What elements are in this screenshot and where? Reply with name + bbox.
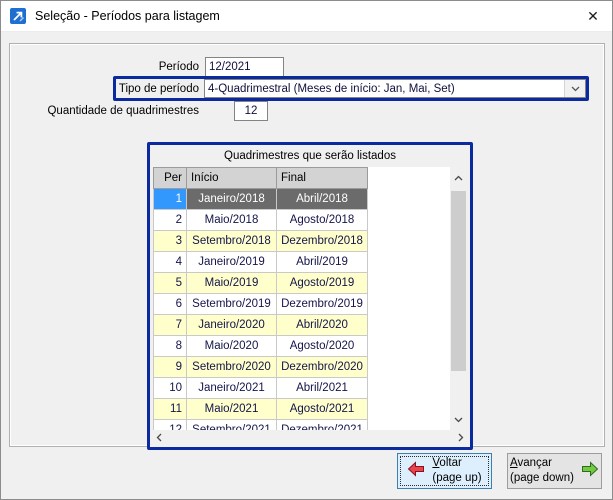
cell-final[interactable]: Abril/2020: [277, 315, 368, 336]
col-header-per[interactable]: Per: [153, 167, 187, 189]
tipo-periodo-row-highlight: Tipo de período 4-Quadrimestral (Meses d…: [113, 76, 589, 101]
window-title: Seleção - Períodos para listagem: [35, 9, 220, 23]
cell-final[interactable]: Dezembro/2020: [277, 357, 368, 378]
cell-per[interactable]: 12: [153, 420, 187, 430]
horizontal-scrollbar[interactable]: [153, 430, 467, 445]
scroll-right-icon[interactable]: [458, 433, 464, 442]
cell-inicio[interactable]: Setembro/2021: [187, 420, 277, 430]
cell-per[interactable]: 7: [153, 315, 187, 336]
cell-final[interactable]: Dezembro/2021: [277, 420, 368, 430]
avancar-button[interactable]: Avançar (page down): [507, 453, 602, 489]
vertical-scrollbar[interactable]: [450, 167, 467, 430]
vertical-scroll-thumb[interactable]: [451, 191, 466, 371]
table-body: 1Janeiro/2018Abril/20182Maio/2018Agosto/…: [153, 189, 368, 430]
cell-inicio[interactable]: Setembro/2020: [187, 357, 277, 378]
app-chart-icon: [10, 8, 26, 24]
cell-inicio[interactable]: Janeiro/2018: [187, 189, 277, 210]
titlebar: Seleção - Períodos para listagem ✕: [1, 1, 612, 32]
grid-viewport: Per Início Final 1Janeiro/2018Abril/2018…: [153, 167, 467, 430]
tipo-periodo-value: 4-Quadrimestral (Meses de início: Jan, M…: [205, 80, 564, 97]
voltar-button[interactable]: Voltar (page up): [397, 453, 492, 489]
tipo-periodo-label: Tipo de período: [116, 83, 204, 95]
cell-final[interactable]: Abril/2021: [277, 378, 368, 399]
cell-per[interactable]: 5: [153, 273, 187, 294]
cell-inicio[interactable]: Setembro/2019: [187, 294, 277, 315]
table-row[interactable]: 11Maio/2021Agosto/2021: [153, 399, 368, 420]
scroll-up-icon[interactable]: [450, 169, 467, 186]
content-frame: Período Tipo de período 4-Quadrimestral …: [9, 43, 605, 447]
cell-inicio[interactable]: Janeiro/2019: [187, 252, 277, 273]
table-row[interactable]: 5Maio/2019Agosto/2019: [153, 273, 368, 294]
cell-final[interactable]: Abril/2019: [277, 252, 368, 273]
cell-inicio[interactable]: Maio/2020: [187, 336, 277, 357]
cell-final[interactable]: Abril/2018: [277, 189, 368, 210]
cell-per[interactable]: 9: [153, 357, 187, 378]
cell-per[interactable]: 6: [153, 294, 187, 315]
cell-per[interactable]: 1: [153, 189, 187, 210]
cell-inicio[interactable]: Janeiro/2021: [187, 378, 277, 399]
table-row[interactable]: 3Setembro/2018Dezembro/2018: [153, 231, 368, 252]
dialog-selecao-periodos: Seleção - Períodos para listagem ✕ Perío…: [0, 0, 613, 500]
table-row[interactable]: 6Setembro/2019Dezembro/2019: [153, 294, 368, 315]
panel-title: Quadrimestres que serão listados: [150, 145, 470, 167]
cell-per[interactable]: 10: [153, 378, 187, 399]
table-row[interactable]: 4Janeiro/2019Abril/2019: [153, 252, 368, 273]
cell-per[interactable]: 4: [153, 252, 187, 273]
table-row[interactable]: 7Janeiro/2020Abril/2020: [153, 315, 368, 336]
cell-per[interactable]: 11: [153, 399, 187, 420]
cell-final[interactable]: Agosto/2018: [277, 210, 368, 231]
scroll-down-icon[interactable]: [450, 411, 467, 428]
cell-inicio[interactable]: Maio/2019: [187, 273, 277, 294]
cell-inicio[interactable]: Maio/2021: [187, 399, 277, 420]
quantidade-input[interactable]: [234, 101, 268, 121]
grid-clip: Per Início Final 1Janeiro/2018Abril/2018…: [153, 167, 450, 430]
col-header-inicio[interactable]: Início: [187, 167, 277, 189]
chevron-down-icon[interactable]: [564, 80, 585, 97]
grid-header: Per Início Final: [153, 167, 368, 189]
table-row[interactable]: 1Janeiro/2018Abril/2018: [153, 189, 368, 210]
cell-final[interactable]: Agosto/2020: [277, 336, 368, 357]
forward-arrow-icon: [581, 461, 599, 482]
cell-per[interactable]: 2: [153, 210, 187, 231]
cell-final[interactable]: Agosto/2019: [277, 273, 368, 294]
cell-inicio[interactable]: Maio/2018: [187, 210, 277, 231]
avancar-sublabel: (page down): [510, 471, 574, 486]
back-arrow-icon: [407, 461, 425, 482]
cell-inicio[interactable]: Janeiro/2020: [187, 315, 277, 336]
table-row[interactable]: 10Janeiro/2021Abril/2021: [153, 378, 368, 399]
cell-per[interactable]: 3: [153, 231, 187, 252]
cell-final[interactable]: Dezembro/2018: [277, 231, 368, 252]
quantidade-label: Quantidade de quadrimestres: [10, 101, 199, 121]
voltar-sublabel: (page up): [432, 471, 481, 486]
periods-grid: Per Início Final 1Janeiro/2018Abril/2018…: [153, 167, 368, 430]
close-icon[interactable]: ✕: [574, 1, 612, 31]
col-header-final[interactable]: Final: [277, 167, 368, 189]
cell-per[interactable]: 8: [153, 336, 187, 357]
table-row[interactable]: 8Maio/2020Agosto/2020: [153, 336, 368, 357]
avancar-label: Avançar: [510, 456, 552, 471]
voltar-label: Voltar: [432, 456, 461, 471]
periodo-input[interactable]: [205, 57, 284, 77]
periodo-label: Período: [10, 57, 199, 77]
cell-final[interactable]: Agosto/2021: [277, 399, 368, 420]
quadrimestres-panel: Quadrimestres que serão listados Per Iní…: [147, 142, 473, 450]
table-row[interactable]: 2Maio/2018Agosto/2018: [153, 210, 368, 231]
tipo-periodo-dropdown[interactable]: 4-Quadrimestral (Meses de início: Jan, M…: [204, 79, 586, 98]
cell-inicio[interactable]: Setembro/2018: [187, 231, 277, 252]
scroll-left-icon[interactable]: [156, 433, 162, 442]
table-row[interactable]: 12Setembro/2021Dezembro/2021: [153, 420, 368, 430]
cell-final[interactable]: Dezembro/2019: [277, 294, 368, 315]
table-row[interactable]: 9Setembro/2020Dezembro/2020: [153, 357, 368, 378]
